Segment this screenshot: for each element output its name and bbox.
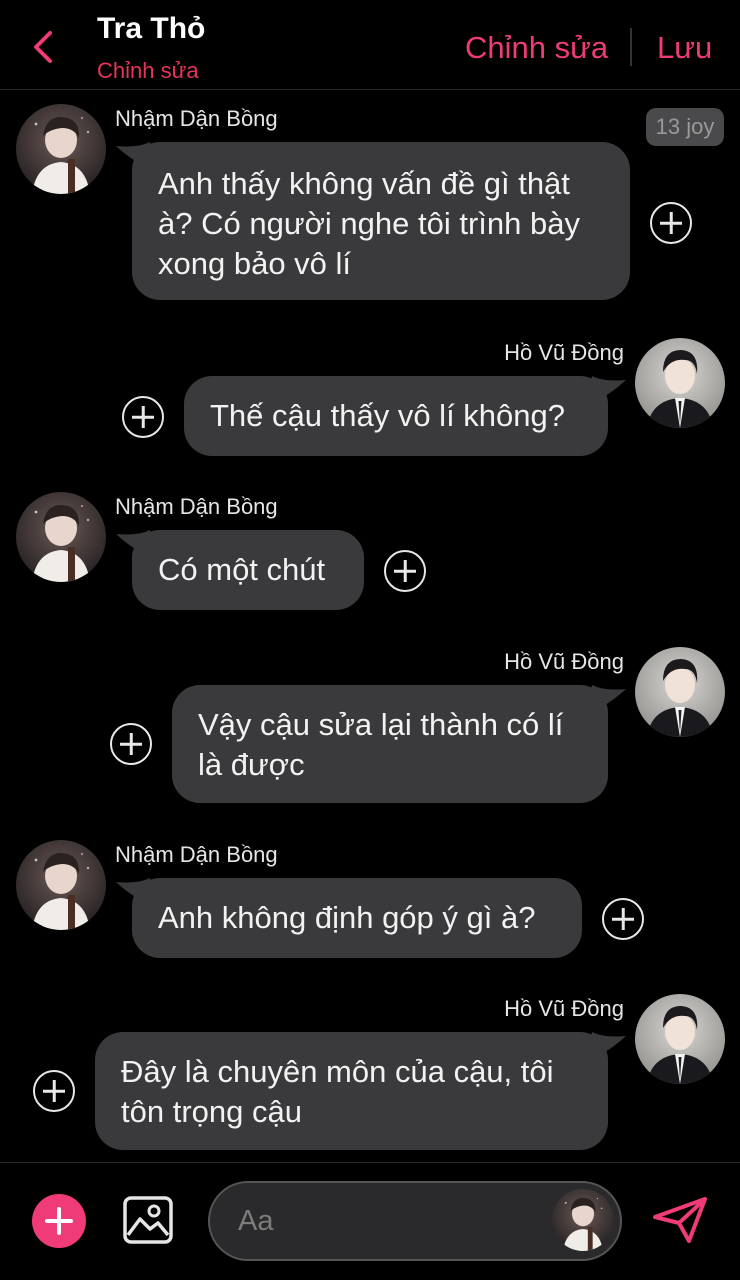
- sender-name: Nhậm Dận Bồng: [115, 106, 278, 131]
- timestamp-badge: 13 joy: [646, 108, 724, 146]
- message-line: xong bảo vô lí: [158, 246, 352, 281]
- avatar[interactable]: [635, 994, 725, 1084]
- avatar[interactable]: [16, 492, 106, 582]
- message-line: Vậy cậu sửa lại thành có lí: [198, 707, 564, 742]
- message-bubble[interactable]: Đây là chuyên môn của cậu, tôi tôn trọng…: [95, 1032, 608, 1150]
- message-input-placeholder: Aa: [238, 1205, 274, 1237]
- message-line: Anh thấy không vấn đề gì thật: [158, 166, 570, 201]
- message-line: à? Có người nghe tôi trình bày: [158, 206, 580, 241]
- avatar[interactable]: [635, 338, 725, 428]
- message-bubble[interactable]: Anh không định góp ý gì à?: [132, 878, 582, 958]
- plus-circle-icon[interactable]: [110, 723, 152, 765]
- message-line: Có một chút: [158, 552, 326, 587]
- plus-circle-icon[interactable]: [122, 396, 164, 438]
- message-line: là được: [198, 747, 305, 782]
- message-line: Đây là chuyên môn của cậu, tôi: [121, 1054, 554, 1089]
- avatar[interactable]: [16, 104, 106, 194]
- message-bubble[interactable]: Thế cậu thấy vô lí không?: [184, 376, 608, 456]
- sender-name: Hồ Vũ Đồng: [504, 996, 624, 1021]
- plus-circle-icon[interactable]: [650, 202, 692, 244]
- back-chevron-icon[interactable]: [28, 28, 62, 66]
- save-button[interactable]: Lưu: [657, 30, 712, 66]
- avatar[interactable]: [552, 1189, 614, 1251]
- chat-subtitle[interactable]: Chỉnh sửa: [97, 58, 199, 84]
- sender-name: Hồ Vũ Đồng: [504, 649, 624, 674]
- edit-button[interactable]: Chỉnh sửa: [465, 30, 608, 66]
- plus-circle-icon[interactable]: [33, 1070, 75, 1112]
- message-line: Anh không định góp ý gì à?: [158, 900, 536, 935]
- message-input[interactable]: Aa: [208, 1181, 622, 1261]
- image-icon[interactable]: [122, 1195, 174, 1245]
- message-bubble[interactable]: Vậy cậu sửa lại thành có lí là được: [172, 685, 608, 803]
- add-icon[interactable]: [32, 1194, 86, 1248]
- plus-circle-icon[interactable]: [602, 898, 644, 940]
- avatar[interactable]: [635, 647, 725, 737]
- plus-circle-icon[interactable]: [384, 550, 426, 592]
- sender-name: Nhậm Dận Bồng: [115, 494, 278, 519]
- sender-name: Nhậm Dận Bồng: [115, 842, 278, 867]
- message-bubble[interactable]: Anh thấy không vấn đề gì thật à? Có ngườ…: [132, 142, 630, 300]
- header-divider: [630, 28, 632, 66]
- message-line: tôn trọng cậu: [121, 1094, 302, 1129]
- chat-title: Tra Thỏ: [97, 12, 206, 45]
- message-line: Thế cậu thấy vô lí không?: [210, 398, 566, 433]
- send-icon[interactable]: [651, 1195, 709, 1245]
- message-bubble[interactable]: Có một chút: [132, 530, 364, 610]
- sender-name: Hồ Vũ Đồng: [504, 340, 624, 365]
- chat-header: Tra Thỏ Chỉnh sửa Chỉnh sửa Lưu: [0, 0, 740, 90]
- avatar[interactable]: [16, 840, 106, 930]
